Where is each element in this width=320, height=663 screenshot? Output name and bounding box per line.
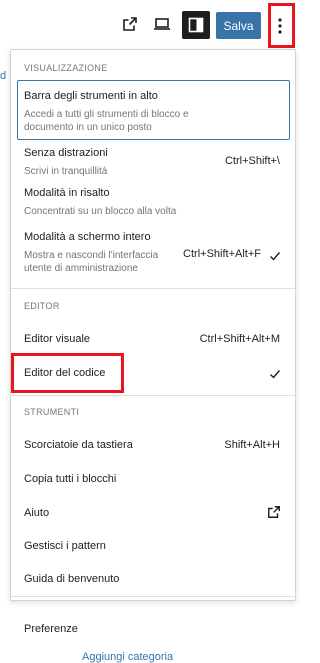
menu-item-visual-editor[interactable]: Editor visuale Ctrl+Shift+Alt+M [11,324,295,354]
menu-item-label: Editor visuale [24,333,91,345]
section-heading-visualizzazione: VISUALIZZAZIONE [24,63,108,73]
menu-divider [11,395,295,396]
view-site-button[interactable] [118,12,142,36]
options-menu-button[interactable] [266,8,294,44]
external-link-icon [123,17,137,31]
menu-item-shortcut: Ctrl+Shift+\ [224,155,280,167]
more-vertical-icon [278,18,282,34]
device-preview-icon [154,18,170,30]
settings-toggle-button[interactable] [182,11,210,39]
check-icon [270,252,281,261]
section-heading-editor: EDITOR [24,301,60,311]
menu-divider [11,596,295,597]
menu-item-spotlight[interactable]: Modalità in risalto Concentrati su un bl… [11,182,295,218]
menu-item-description: Accedi a tutti gli strumenti di blocco e… [24,109,189,133]
menu-item-label: Scorciatoie da tastiera [24,439,133,451]
menu-item-manage-patterns[interactable]: Gestisci i pattern [11,531,295,561]
check-icon [270,370,281,379]
menu-item-label: Barra degli strumenti in alto [24,90,158,102]
menu-item-shortcut: Shift+Alt+H [224,439,280,451]
menu-item-welcome-guide[interactable]: Guida di benvenuto [11,564,295,594]
menu-item-label: Preferenze [24,623,78,635]
menu-item-copy-all-blocks[interactable]: Copia tutti i blocchi [11,464,295,494]
menu-item-distraction-free[interactable]: Senza distrazioni Scrivi in tranquillità… [11,142,295,178]
external-link-icon [268,506,280,518]
menu-item-description: Scrivi in tranquillità [24,166,108,177]
menu-item-shortcut: Ctrl+Shift+Alt+F [183,248,261,260]
highlight-frame-code-editor [11,353,124,393]
menu-item-label: Gestisci i pattern [24,540,106,552]
add-category-link[interactable]: Aggiungi categoria [82,651,173,663]
options-dropdown-menu: VISUALIZZAZIONE Barra degli strumenti in… [10,49,296,635]
menu-item-help[interactable]: Aiuto [11,498,295,528]
menu-item-fullscreen[interactable]: Modalità a schermo intero Mostra e nasco… [11,226,295,282]
menu-item-description: Mostra e nascondi l'interfaccia utente d… [24,250,159,274]
menu-item-label: Senza distrazioni [24,147,108,159]
sidebar-toggle-icon [188,17,204,33]
menu-item-label: Aiuto [24,507,50,519]
menu-divider [11,288,295,289]
section-heading-strumenti: STRUMENTI [24,407,80,417]
menu-item-label: Modalità a schermo intero [24,231,151,243]
menu-item-label: Copia tutti i blocchi [24,473,117,485]
background-text-fragment: d [0,70,7,82]
editor-toolbar: Salva [0,0,301,50]
menu-item-keyboard-shortcuts[interactable]: Scorciatoie da tastiera Shift+Alt+H [11,430,295,460]
preview-button[interactable] [150,12,174,36]
menu-item-label: Modalità in risalto [24,187,110,199]
menu-item-label: Guida di benvenuto [24,573,120,585]
menu-item-description: Concentrati su un blocco alla volta [24,206,177,217]
menu-item-shortcut: Ctrl+Shift+Alt+M [199,333,280,345]
menu-item-top-toolbar[interactable]: Barra degli strumenti in alto Accedi a t… [11,84,295,140]
save-button[interactable]: Salva [216,12,261,39]
